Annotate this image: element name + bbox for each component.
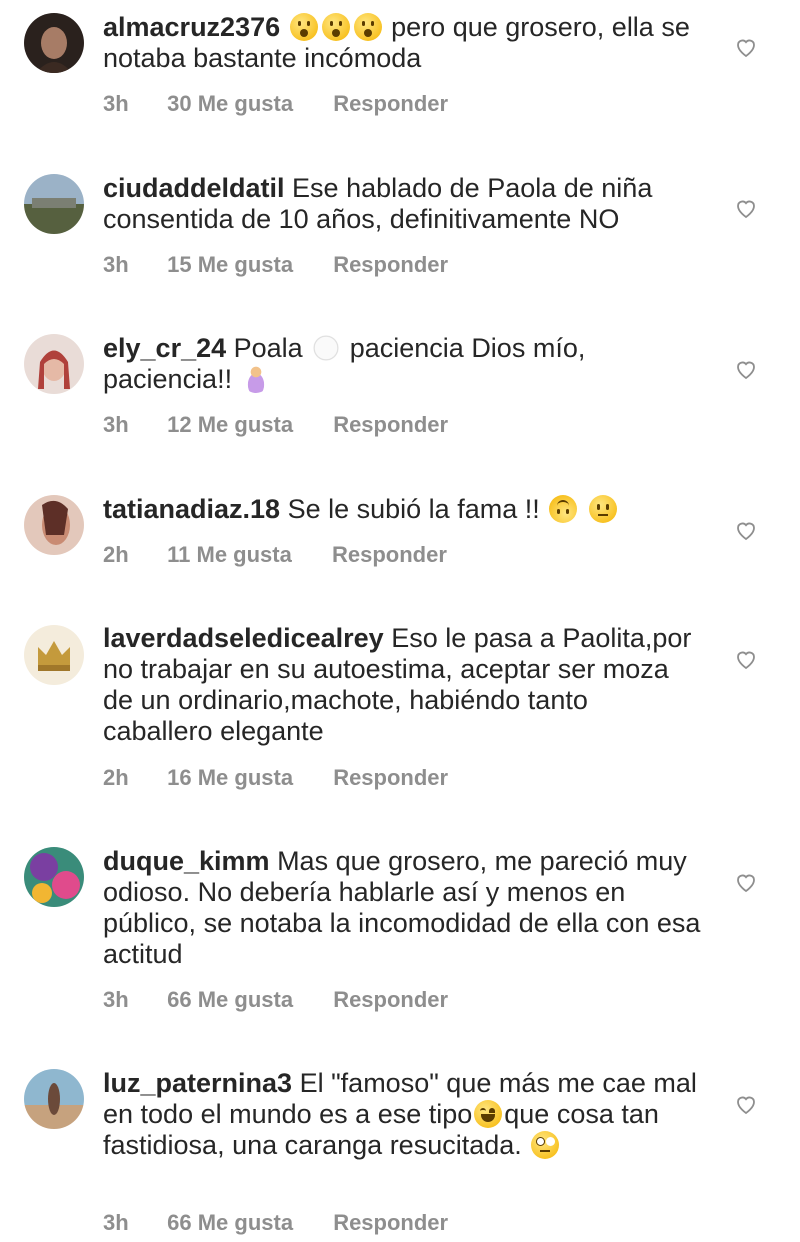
- comment-text: almacruz2376 pero que grosero, ella se n…: [103, 12, 703, 74]
- reply-button[interactable]: Responder: [333, 987, 448, 1013]
- astonished-emoji-icon: [353, 13, 382, 41]
- heart-outline-icon[interactable]: [734, 1092, 758, 1116]
- astonished-emoji-icon: [289, 13, 318, 41]
- heart-outline-icon[interactable]: [734, 870, 758, 894]
- avatar[interactable]: [24, 174, 84, 234]
- comment-username[interactable]: luz_paternina3: [103, 1068, 292, 1098]
- comment-username[interactable]: duque_kimm: [103, 846, 270, 876]
- comment-text: ely_cr_24 Poala paciencia Dios mío, paci…: [103, 333, 703, 395]
- avatar[interactable]: [24, 13, 84, 73]
- reply-button[interactable]: Responder: [332, 542, 447, 568]
- reply-button[interactable]: Responder: [333, 1210, 448, 1236]
- comment-meta: 2h 16 Me gusta Responder: [103, 765, 448, 791]
- avatar[interactable]: [24, 334, 84, 394]
- lotus-position-emoji-icon: [241, 365, 270, 393]
- comment-likes[interactable]: 66 Me gusta: [167, 1210, 293, 1236]
- comment-username[interactable]: ely_cr_24: [103, 333, 226, 363]
- avatar[interactable]: [24, 847, 84, 907]
- comment-time: 3h: [103, 412, 129, 437]
- comment-username[interactable]: almacruz2376: [103, 12, 280, 42]
- comment-text: tatianadiaz.18 Se le subió la fama !!: [103, 494, 703, 525]
- comment-username[interactable]: ciudaddeldatil: [103, 173, 285, 203]
- reply-button[interactable]: Responder: [333, 765, 448, 791]
- reply-button[interactable]: Responder: [333, 412, 448, 438]
- comment-meta: 3h 12 Me gusta Responder: [103, 412, 448, 438]
- comment-text-a: Poala: [233, 333, 303, 363]
- upside-down-face-emoji-icon: [549, 495, 578, 523]
- comment-text-body: Se le subió la fama !!: [287, 494, 540, 524]
- avatar[interactable]: [24, 495, 84, 555]
- comment-time: 3h: [103, 987, 129, 1012]
- astonished-emoji-icon: [321, 13, 350, 41]
- comment-text: ciudaddeldatil Ese hablado de Paola de n…: [103, 173, 703, 235]
- reply-button[interactable]: Responder: [333, 252, 448, 278]
- comment-text: laverdadseledicealrey Eso le pasa a Paol…: [103, 623, 703, 747]
- heart-outline-icon[interactable]: [734, 35, 758, 59]
- comment-text: duque_kimm Mas que grosero, me pareció m…: [103, 846, 703, 970]
- comment-meta: 3h 66 Me gusta Responder: [103, 1210, 448, 1236]
- comment-username[interactable]: tatianadiaz.18: [103, 494, 280, 524]
- avatar[interactable]: [24, 625, 84, 685]
- comment-username[interactable]: laverdadseledicealrey: [103, 623, 384, 653]
- heart-outline-icon[interactable]: [734, 357, 758, 381]
- comment-time: 2h: [103, 765, 129, 790]
- heart-outline-icon[interactable]: [734, 196, 758, 220]
- comment-likes[interactable]: 15 Me gusta: [167, 252, 293, 278]
- comment-likes[interactable]: 12 Me gusta: [167, 412, 293, 438]
- comment-time: 3h: [103, 1210, 129, 1235]
- comment-meta: 2h 11 Me gusta Responder: [103, 542, 447, 568]
- tears-of-joy-emoji-icon: [474, 1100, 503, 1128]
- comment-likes[interactable]: 30 Me gusta: [167, 91, 293, 117]
- comment-time: 3h: [103, 91, 129, 116]
- comment-likes[interactable]: 66 Me gusta: [167, 987, 293, 1013]
- comment-text: luz_paternina3 El "famoso" que más me ca…: [103, 1068, 703, 1161]
- heart-outline-icon[interactable]: [734, 647, 758, 671]
- eye-roll-emoji-icon: [531, 1131, 560, 1159]
- reply-button[interactable]: Responder: [333, 91, 448, 117]
- comment-time: 3h: [103, 252, 129, 277]
- comment-meta: 3h 15 Me gusta Responder: [103, 252, 448, 278]
- comment-meta: 3h 66 Me gusta Responder: [103, 987, 448, 1013]
- comment-likes[interactable]: 11 Me gusta: [167, 542, 292, 568]
- comment-time: 2h: [103, 542, 129, 567]
- comment-likes[interactable]: 16 Me gusta: [167, 765, 293, 791]
- thought-bubble-emoji-icon: [312, 334, 341, 362]
- heart-outline-icon[interactable]: [734, 518, 758, 542]
- comment-meta: 3h 30 Me gusta Responder: [103, 91, 448, 117]
- face-without-mouth-emoji-icon: [588, 495, 617, 523]
- avatar[interactable]: [24, 1069, 84, 1129]
